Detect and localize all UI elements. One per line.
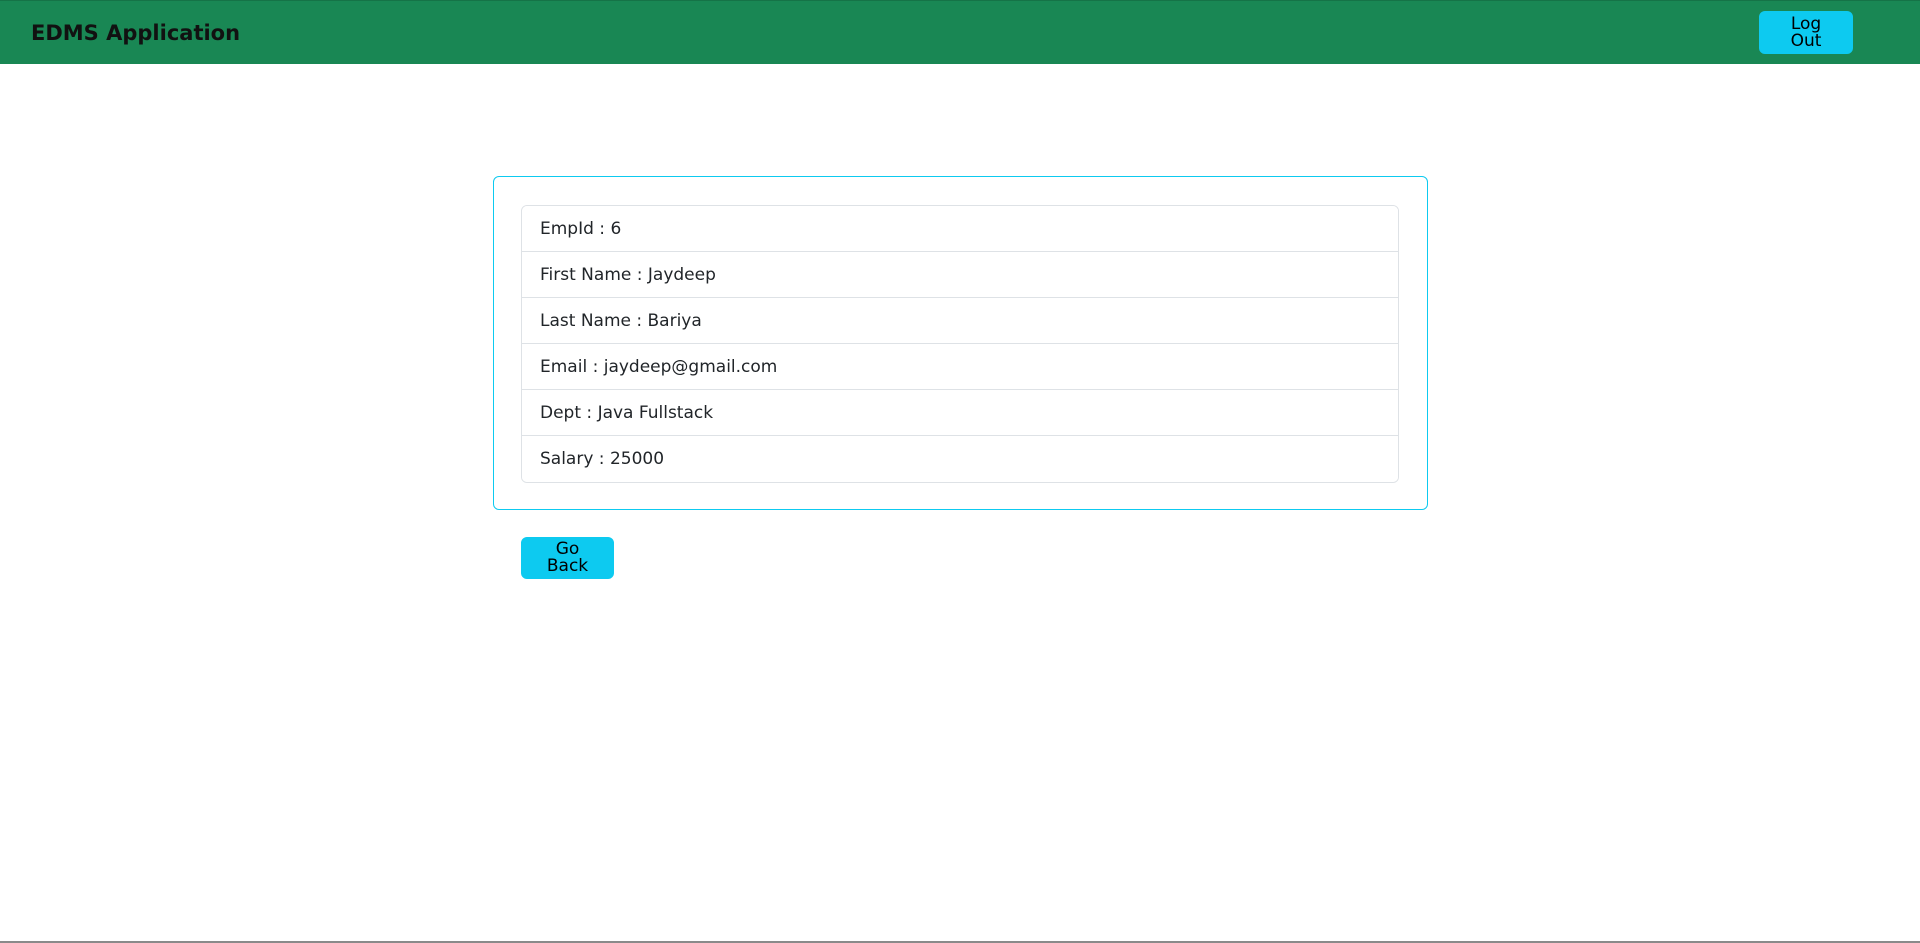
field-label: Dept — [540, 402, 582, 423]
field-separator: : — [593, 218, 611, 239]
top-navbar: EDMS Application Log Out — [0, 0, 1920, 64]
field-label: First Name — [540, 264, 632, 285]
field-label: EmpId — [540, 218, 594, 239]
field-separator: : — [593, 449, 610, 469]
detail-row-empid: EmpId : 6 — [522, 206, 1398, 252]
employee-details-list: EmpId : 6 First Name : Jaydeep Last Name… — [521, 205, 1399, 483]
field-value: Java Fullstack — [597, 402, 714, 423]
employee-details-card: EmpId : 6 First Name : Jaydeep Last Name… — [493, 176, 1428, 510]
field-separator: : — [581, 402, 598, 423]
logout-button[interactable]: Log Out — [1759, 11, 1853, 54]
field-value: Jaydeep — [647, 264, 716, 285]
field-value: 25000 — [609, 449, 665, 469]
go-back-button[interactable]: Go Back — [521, 537, 614, 579]
field-separator: : — [630, 310, 648, 331]
field-label: Last Name — [540, 310, 631, 331]
detail-row-salary: Salary : 25000 — [522, 436, 1398, 482]
field-label: Salary — [540, 449, 594, 469]
field-separator: : — [631, 264, 648, 285]
detail-row-first-name: First Name : Jaydeep — [522, 252, 1398, 298]
field-label: Email — [540, 356, 588, 377]
detail-row-email: Email : jaydeep@gmail.com — [522, 344, 1398, 390]
field-separator: : — [587, 356, 604, 377]
app-brand[interactable]: EDMS Application — [31, 21, 240, 45]
field-value: Bariya — [647, 310, 702, 331]
detail-row-last-name: Last Name : Bariya — [522, 298, 1398, 344]
detail-row-dept: Dept : Java Fullstack — [522, 390, 1398, 436]
field-value: jaydeep@gmail.com — [603, 356, 778, 377]
field-value: 6 — [610, 218, 622, 239]
